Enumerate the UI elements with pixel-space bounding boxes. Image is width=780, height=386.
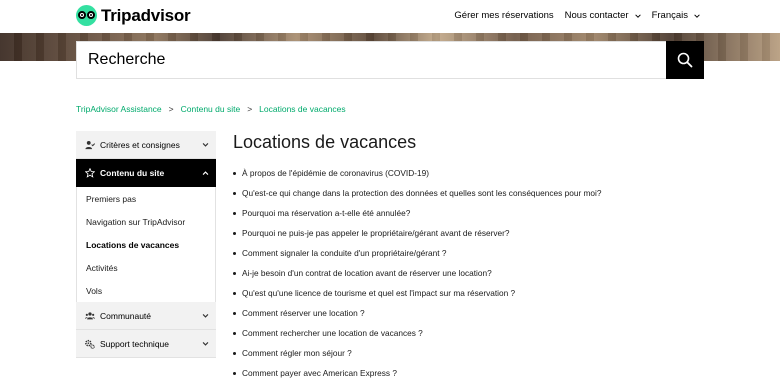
chevron-down-icon xyxy=(202,314,209,318)
breadcrumb-link-assistance[interactable]: TripAdvisor Assistance xyxy=(76,104,162,114)
sidebar-item-getting-started[interactable]: Premiers pas xyxy=(77,187,215,210)
bullet xyxy=(233,171,236,175)
faq-link[interactable]: Comment réserver une location ? xyxy=(242,308,365,318)
bullet xyxy=(233,211,236,215)
faq-link[interactable]: Pourquoi ma réservation a-t-elle été ann… xyxy=(242,208,410,218)
help-sidebar: Critères et consignes Contenu du site Pr… xyxy=(76,131,216,358)
faq-link[interactable]: Comment payer avec American Express ? xyxy=(242,368,397,378)
sidebar-section-label: Communauté xyxy=(100,310,152,321)
list-item: Comment réserver une location ? xyxy=(233,303,753,323)
header-nav: Gérer mes réservations Nous contacter Fr… xyxy=(443,10,700,21)
sidebar-subitems: Premiers pas Navigation sur TripAdvisor … xyxy=(76,187,216,302)
list-item: À propos de l'épidémie de coronavirus (C… xyxy=(233,163,753,183)
main-content: Locations de vacances À propos de l'épid… xyxy=(233,132,753,383)
users-icon xyxy=(85,311,95,319)
bullet xyxy=(233,311,236,315)
bullet xyxy=(233,371,236,375)
breadcrumb-link-vacation-rentals[interactable]: Locations de vacances xyxy=(259,104,345,114)
chevron-up-icon xyxy=(202,170,209,175)
faq-link[interactable]: Comment rechercher une location de vacan… xyxy=(242,328,423,338)
nav-manage-bookings[interactable]: Gérer mes réservations xyxy=(454,10,553,21)
sidebar-section-tech-support[interactable]: Support technique xyxy=(76,330,216,358)
brand-name: Tripadvisor xyxy=(101,5,191,25)
chevron-down-icon xyxy=(634,13,641,18)
bullet xyxy=(233,291,236,295)
search-input[interactable] xyxy=(77,42,666,78)
tripadvisor-logo[interactable]: Tripadvisor xyxy=(76,5,191,26)
faq-link[interactable]: À propos de l'épidémie de coronavirus (C… xyxy=(242,168,429,178)
chevron-down-icon xyxy=(202,342,209,346)
faq-link[interactable]: Pourquoi ne puis-je pas appeler le propr… xyxy=(242,228,510,238)
bullet xyxy=(233,351,236,355)
sidebar-section-community[interactable]: Communauté xyxy=(76,302,216,330)
bullet xyxy=(233,191,236,195)
breadcrumb-separator: > xyxy=(247,104,253,114)
bullet xyxy=(233,231,236,235)
star-icon xyxy=(85,168,95,178)
sidebar-section-label: Contenu du site xyxy=(100,168,165,178)
breadcrumb-separator: > xyxy=(168,104,174,114)
search-icon xyxy=(677,52,693,68)
sidebar-section-site-content[interactable]: Contenu du site xyxy=(76,159,216,187)
nav-label: Nous contacter xyxy=(564,10,629,21)
list-item: Pourquoi ma réservation a-t-elle été ann… xyxy=(233,203,753,223)
bullet xyxy=(233,331,236,335)
nav-label: Gérer mes réservations xyxy=(454,10,554,21)
bullet xyxy=(233,271,236,275)
sidebar-item-navigation[interactable]: Navigation sur TripAdvisor xyxy=(77,210,215,233)
faq-list: À propos de l'épidémie de coronavirus (C… xyxy=(233,163,753,383)
list-item: Comment payer avec American Express ? xyxy=(233,363,753,383)
nav-language[interactable]: Français xyxy=(652,10,700,21)
user-check-icon xyxy=(85,140,95,149)
owl-logo-icon xyxy=(76,5,97,26)
faq-link[interactable]: Ai-je besoin d'un contrat de location av… xyxy=(242,268,492,278)
faq-link[interactable]: Qu'est qu'une licence de tourisme et que… xyxy=(242,288,515,298)
search-button[interactable] xyxy=(666,41,704,79)
faq-link[interactable]: Qu'est-ce qui change dans la protection … xyxy=(242,188,602,198)
list-item: Ai-je besoin d'un contrat de location av… xyxy=(233,263,753,283)
nav-contact-us[interactable]: Nous contacter xyxy=(565,10,641,21)
list-item: Qu'est-ce qui change dans la protection … xyxy=(233,183,753,203)
help-search-bar xyxy=(76,41,704,79)
list-item: Pourquoi ne puis-je pas appeler le propr… xyxy=(233,223,753,243)
list-item: Comment signaler la conduite d'un propri… xyxy=(233,243,753,263)
nav-label: Français xyxy=(651,10,688,21)
list-item: Comment rechercher une location de vacan… xyxy=(233,323,753,343)
bullet xyxy=(233,251,236,255)
breadcrumb: TripAdvisor Assistance > Contenu du site… xyxy=(76,104,346,114)
gears-icon xyxy=(85,339,95,349)
sidebar-section-label: Critères et consignes xyxy=(100,139,180,150)
sidebar-item-flights[interactable]: Vols xyxy=(77,279,215,302)
page-title: Locations de vacances xyxy=(233,132,417,152)
chevron-down-icon xyxy=(694,13,700,18)
sidebar-section-guidelines[interactable]: Critères et consignes xyxy=(76,131,216,159)
top-header: Tripadvisor Gérer mes réservations Nous … xyxy=(0,0,780,33)
sidebar-item-vacation-rentals[interactable]: Locations de vacances xyxy=(77,233,215,256)
faq-link[interactable]: Comment signaler la conduite d'un propri… xyxy=(242,248,447,258)
breadcrumb-link-site-content[interactable]: Contenu du site xyxy=(181,104,241,114)
chevron-down-icon xyxy=(202,143,209,147)
list-item: Qu'est qu'une licence de tourisme et que… xyxy=(233,283,753,303)
sidebar-item-activities[interactable]: Activités xyxy=(77,256,215,279)
list-item: Comment régler mon séjour ? xyxy=(233,343,753,363)
faq-link[interactable]: Comment régler mon séjour ? xyxy=(242,348,352,358)
sidebar-section-label: Support technique xyxy=(100,338,169,349)
